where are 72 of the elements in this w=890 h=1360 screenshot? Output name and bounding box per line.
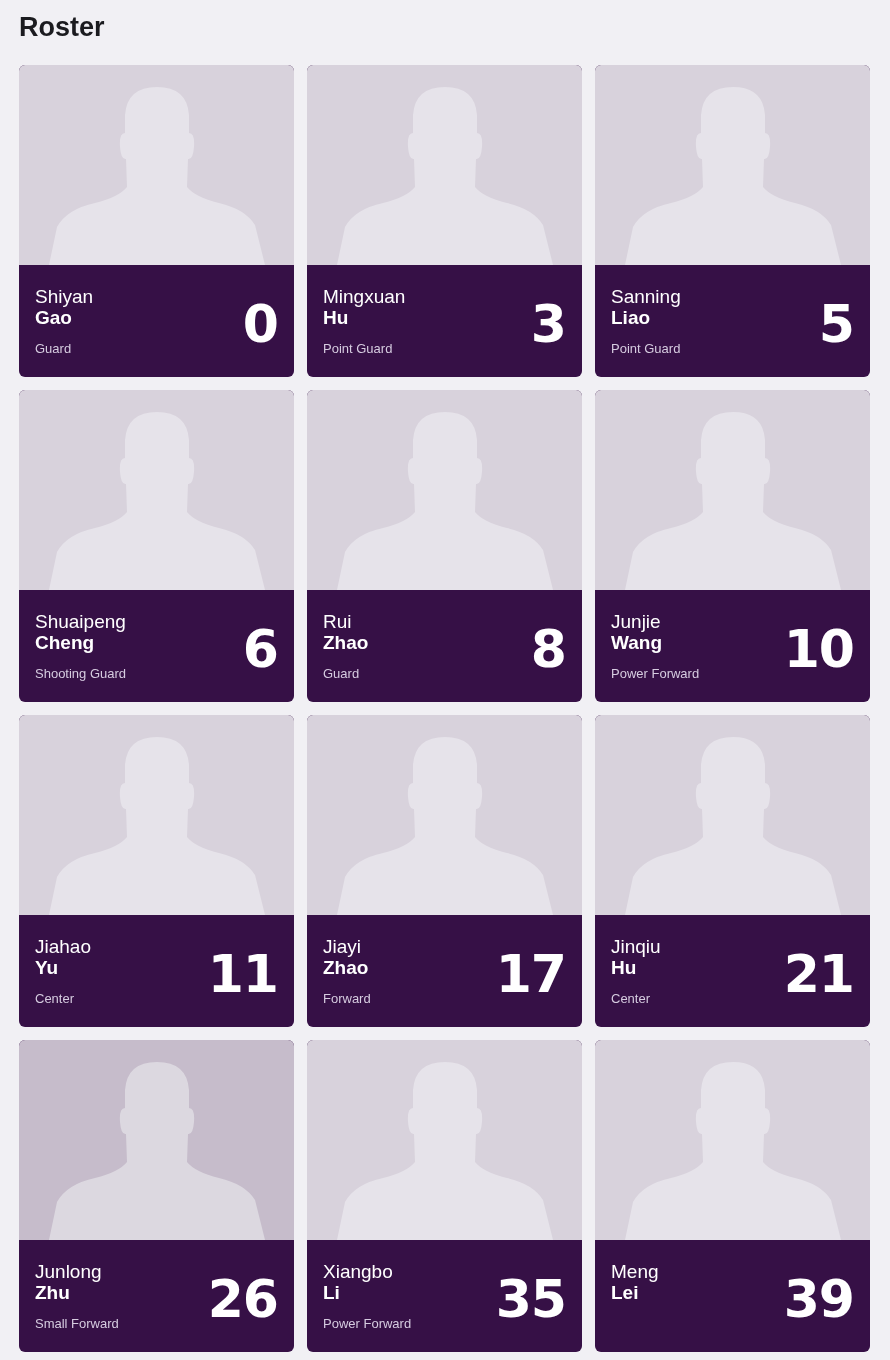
player-position: Power Forward [323,1315,412,1332]
first-name: Mingxuan [323,285,406,308]
avatar-silhouette-icon [335,735,555,915]
first-name: Jiahao [35,935,91,958]
last-name: Liao [611,307,651,328]
avatar-silhouette-icon [623,85,843,265]
avatar-silhouette-icon [335,85,555,265]
jersey-number: 17 [495,946,566,1002]
player-card[interactable]: Jiayi Zhao Forward 17 [307,715,582,1027]
first-name: Jinqiu [611,935,661,958]
avatar-silhouette-icon [47,735,267,915]
jersey-number: 21 [783,946,854,1002]
first-name: Shuaipeng [35,610,126,633]
player-card[interactable]: Jiahao Yu Center 11 [19,715,294,1027]
last-name: Yu [35,957,59,978]
jersey-number: 10 [783,621,854,677]
first-name: Rui [323,610,352,633]
first-name: Xiangbo [323,1260,393,1283]
player-position: Power Forward [611,665,700,682]
last-name: Li [323,1282,340,1303]
jersey-number: 5 [818,296,854,352]
player-card[interactable]: Jinqiu Hu Center 21 [595,715,870,1027]
player-card[interactable]: Mingxuan Hu Point Guard 3 [307,65,582,377]
avatar-silhouette-icon [47,85,267,265]
player-position: Guard [323,665,360,682]
last-name: Lei [611,1282,639,1303]
last-name: Zhu [35,1282,70,1303]
avatar-silhouette-icon [335,1060,555,1240]
player-card[interactable]: Junlong Zhu Small Forward 26 [19,1040,294,1352]
first-name: Shiyan [35,285,94,308]
player-card[interactable]: Sanning Liao Point Guard 5 [595,65,870,377]
first-name: Meng [611,1260,659,1283]
last-name: Zhao [323,632,369,653]
page-title: Roster [19,11,105,44]
player-position: Small Forward [35,1315,119,1332]
jersey-number: 8 [530,621,566,677]
last-name: Hu [323,307,349,328]
player-position: Center [35,990,75,1007]
avatar-silhouette-icon [47,1060,267,1240]
last-name: Gao [35,307,72,328]
player-position: Point Guard [323,340,393,357]
jersey-number: 39 [783,1271,854,1327]
last-name: Hu [611,957,637,978]
last-name: Wang [611,632,662,653]
avatar-silhouette-icon [623,735,843,915]
jersey-number: 35 [495,1271,566,1327]
avatar-silhouette-icon [623,1060,843,1240]
avatar-silhouette-icon [47,410,267,590]
player-card[interactable]: Shuaipeng Cheng Shooting Guard 6 [19,390,294,702]
avatar-silhouette-icon [335,410,555,590]
last-name: Cheng [35,632,95,653]
player-position: Forward [323,990,371,1007]
jersey-number: 11 [207,946,278,1002]
player-card[interactable]: Shiyan Gao Guard 0 [19,65,294,377]
jersey-number: 26 [207,1271,278,1327]
first-name: Jiayi [323,935,361,958]
player-card[interactable]: Junjie Wang Power Forward 10 [595,390,870,702]
jersey-number: 0 [242,296,278,352]
first-name: Sanning [611,285,681,308]
player-position: Guard [35,340,72,357]
first-name: Junjie [611,610,661,633]
player-position: Center [611,990,651,1007]
player-card[interactable]: Xiangbo Li Power Forward 35 [307,1040,582,1352]
first-name: Junlong [35,1260,102,1283]
last-name: Zhao [323,957,369,978]
jersey-number: 3 [530,296,566,352]
avatar-silhouette-icon [623,410,843,590]
player-card[interactable]: Rui Zhao Guard 8 [307,390,582,702]
jersey-number: 6 [242,621,278,677]
player-position: Shooting Guard [35,665,127,682]
player-card[interactable]: Meng Lei 39 [595,1040,870,1352]
player-position: Point Guard [611,340,681,357]
